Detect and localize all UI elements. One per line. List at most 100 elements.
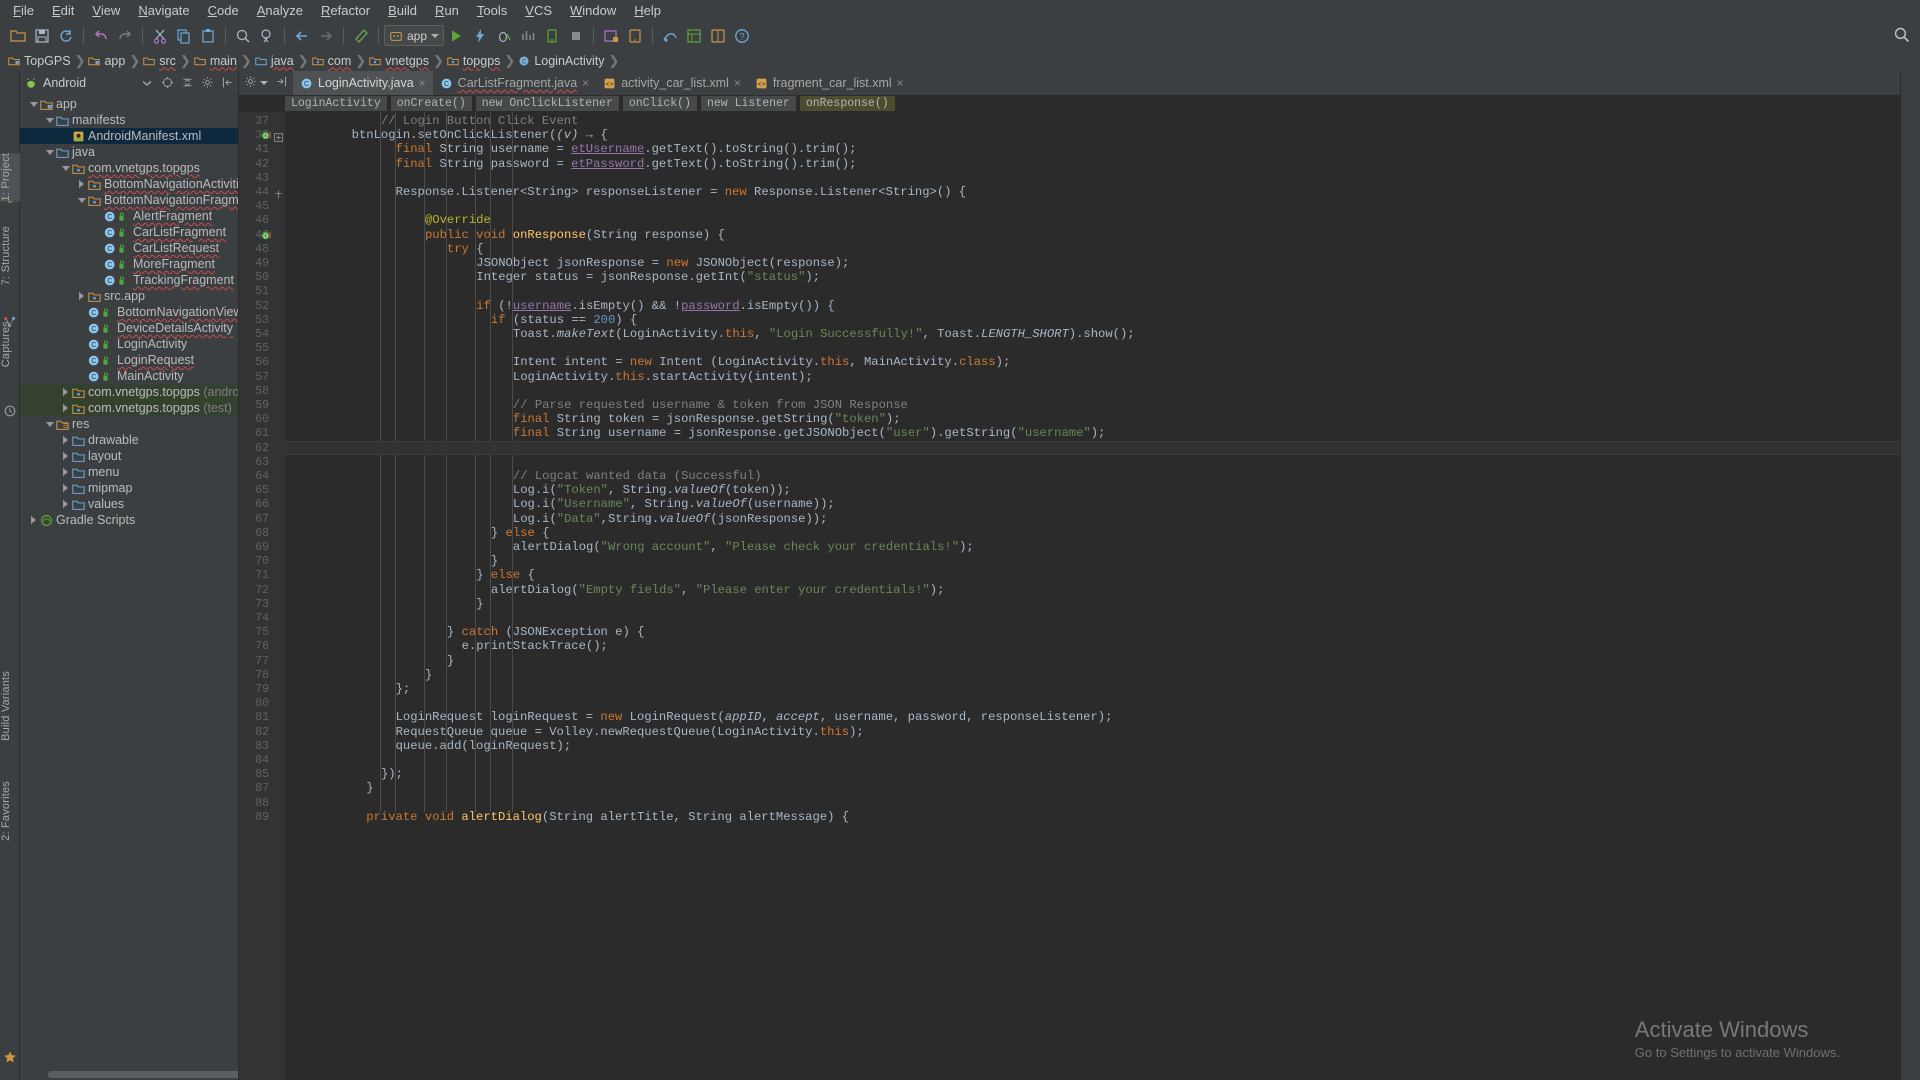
menu-item-vcs[interactable]: VCS [516,1,561,20]
tree-node-devicedetailsactivity[interactable]: C DeviceDetailsActivity [20,320,238,336]
chevron-down-icon[interactable] [44,144,55,160]
chevron-down-icon[interactable] [44,416,55,432]
debug-icon[interactable] [492,24,516,48]
menu-item-help[interactable]: Help [625,1,670,20]
menu-item-navigate[interactable]: Navigate [129,1,198,20]
close-icon[interactable]: × [734,76,741,90]
tree-node-bottomnavigationfragments[interactable]: BottomNavigationFragments [20,192,238,208]
tree-node-drawable[interactable]: drawable [20,432,238,448]
project-structure-icon[interactable] [706,24,730,48]
tree-node-app[interactable]: app [20,96,238,112]
chevron-down-icon[interactable] [139,75,155,91]
tree-node-java[interactable]: java [20,144,238,160]
chevron-down-icon[interactable] [260,81,268,85]
back-icon[interactable] [290,24,314,48]
chevron-down-icon[interactable] [60,160,71,176]
editor-tab-loginactivity-java[interactable]: C LoginActivity.java × [293,71,433,95]
tree-node-com-vnetgps-topgps[interactable]: com.vnetgps.topgps (test) [20,400,238,416]
tree-node-manifests[interactable]: manifests [20,112,238,128]
close-icon[interactable]: × [582,76,589,90]
override-marker[interactable]: O [261,129,272,144]
layout-inspector-icon[interactable] [682,24,706,48]
tree-node-mainactivity[interactable]: C MainActivity [20,368,238,384]
help-icon[interactable]: ? [730,24,754,48]
tree-node-menu[interactable]: menu [20,464,238,480]
menu-item-file[interactable]: File [4,1,43,20]
tree-node-src-app[interactable]: src.app [20,288,238,304]
menu-item-build[interactable]: Build [379,1,426,20]
tree-node-androidmanifest-xml[interactable]: AndroidManifest.xml [20,128,238,144]
open-folder-icon[interactable] [6,24,30,48]
code-breadcrumb-new-listener[interactable]: new Listener [700,96,796,111]
run-configuration-selector[interactable]: app [384,25,445,46]
fold-collapse-icon[interactable] [274,187,283,202]
menu-item-edit[interactable]: Edit [43,1,83,20]
breadcrumb-main[interactable]: main [192,54,240,68]
editor-tab-carlistfragment-java[interactable]: C CarListFragment.java × [432,71,597,95]
sdk-manager-icon[interactable] [599,24,623,48]
code-breadcrumb-new-onclicklistener[interactable]: new OnClickListener [475,96,619,111]
hide-panel-icon[interactable] [219,75,235,91]
settings-gear-icon[interactable] [199,75,215,91]
editor-tab-fragment-car-list-xml[interactable]: <> fragment_car_list.xml × [747,71,911,95]
paste-icon[interactable] [196,24,220,48]
chevron-down-icon[interactable] [28,96,39,112]
menu-item-run[interactable]: Run [426,1,468,20]
breadcrumb-src[interactable]: src [141,54,179,68]
breadcrumb-loginactivity[interactable]: C LoginActivity [516,54,607,68]
tree-node-res[interactable]: res [20,416,238,432]
menu-item-tools[interactable]: Tools [468,1,516,20]
undo-icon[interactable] [89,24,113,48]
redo-icon[interactable] [113,24,137,48]
tree-node-carlistrequest[interactable]: C CarListRequest [20,240,238,256]
tree-node-bottomnavigationactivities[interactable]: BottomNavigationActivities [20,176,238,192]
save-all-icon[interactable] [30,24,54,48]
breadcrumb-com[interactable]: com [310,54,355,68]
build-hammer-icon[interactable] [349,24,373,48]
breadcrumb-topgps[interactable]: TopGPS [6,54,74,68]
chevron-right-icon[interactable] [60,464,71,480]
breadcrumb-topgps[interactable]: topgps [445,54,504,68]
tree-node-values[interactable]: values [20,496,238,512]
settings-gear-icon[interactable] [244,75,257,91]
tree-node-gradle-scripts[interactable]: Gradle Scripts [20,512,238,528]
tree-node-layout[interactable]: layout [20,448,238,464]
tree-node-carlistfragment[interactable]: C CarListFragment [20,224,238,240]
tool-window-structure[interactable]: 7: Structure [0,226,20,285]
chevron-right-icon[interactable] [60,384,71,400]
find-replace-icon[interactable] [255,24,279,48]
breadcrumb-vnetgps[interactable]: vnetgps [367,54,432,68]
close-icon[interactable]: × [419,76,426,90]
find-icon[interactable] [231,24,255,48]
run-icon[interactable] [444,24,468,48]
menu-item-code[interactable]: Code [199,1,248,20]
code-text[interactable]: // Login Button Click Event btnLogin.setO… [285,112,1900,1080]
code-breadcrumb-oncreate[interactable]: onCreate() [390,96,472,111]
collapse-target-icon[interactable] [159,75,175,91]
chevron-right-icon[interactable] [60,432,71,448]
menu-item-refactor[interactable]: Refactor [312,1,379,20]
chevron-right-icon[interactable] [60,496,71,512]
chevron-right-icon[interactable] [28,512,39,528]
tree-node-com-vnetgps-topgps[interactable]: com.vnetgps.topgps (androidTest) [20,384,238,400]
code-editor[interactable]: 3738414243444546474849505152535455565758… [239,112,1900,1080]
tree-node-com-vnetgps-topgps[interactable]: com.vnetgps.topgps [20,160,238,176]
search-everywhere-icon[interactable] [1893,26,1910,46]
tree-node-trackingfragment[interactable]: C TrackingFragment [20,272,238,288]
breadcrumb-app[interactable]: app [86,54,128,68]
project-tree[interactable]: app manifests AndroidManifest.xml java com.v… [20,94,238,1080]
close-icon[interactable]: × [897,76,904,90]
copy-icon[interactable] [172,24,196,48]
chevron-down-icon[interactable] [431,33,440,38]
apply-changes-icon[interactable] [468,24,492,48]
tool-window-captures[interactable]: Captures [0,321,20,367]
editor-gutter[interactable]: 3738414243444546474849505152535455565758… [239,112,285,1080]
chevron-right-icon[interactable] [60,448,71,464]
code-breadcrumb-onresponse[interactable]: onResponse() [799,96,895,111]
tree-node-alertfragment[interactable]: C AlertFragment [20,208,238,224]
chevron-down-icon[interactable] [76,192,87,208]
chevron-right-icon[interactable] [76,176,87,192]
editor-tab-activity-car-list-xml[interactable]: <> activity_car_list.xml × [596,71,748,95]
sync-icon[interactable] [54,24,78,48]
avd-manager-icon[interactable] [623,24,647,48]
